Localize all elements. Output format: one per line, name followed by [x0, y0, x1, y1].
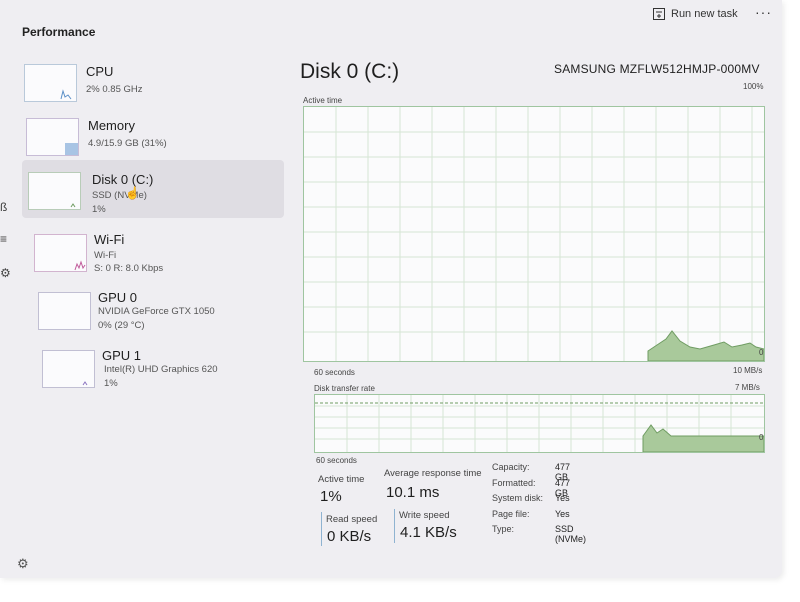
device-name: Wi-Fi	[94, 232, 125, 247]
device-usage: 1%	[92, 204, 106, 215]
graph2-max-label: 10 MB/s	[733, 366, 763, 375]
device-detail: Intel(R) UHD Graphics 620	[104, 364, 218, 375]
active-time-value: 1%	[320, 488, 342, 505]
run-new-task-button[interactable]: Run new task	[653, 8, 738, 20]
device-name: Disk 0 (C:)	[92, 172, 154, 187]
read-speed-label: Read speed	[326, 514, 378, 525]
hand-cursor-icon: ☝	[125, 186, 140, 200]
write-speed-section	[394, 509, 395, 543]
device-name: CPU	[86, 64, 114, 79]
disk-title: Disk 0 (C:)	[300, 60, 400, 83]
read-speed-value: 0 KB/s	[327, 528, 372, 545]
device-name: GPU 1	[102, 348, 142, 363]
disk-model: SAMSUNG MZFLW512HMJP-000MV	[554, 62, 760, 76]
property-value: Yes	[555, 508, 570, 519]
cpu-thumbnail	[24, 64, 77, 102]
settings-gear-icon[interactable]: ⚙	[17, 556, 29, 572]
write-speed-value: 4.1 KB/s	[400, 524, 457, 541]
task-manager-window: Performance Run new task ··· ß ≡ ⚙ ⚙ CPU…	[0, 0, 782, 578]
page-title: Performance	[22, 25, 96, 39]
device-item-gpu-0[interactable]: GPU 0 NVIDIA GeForce GTX 1050 0% (29 °C)	[32, 284, 294, 342]
gpu-1-thumbnail	[42, 350, 95, 388]
graph1-max-label: 100%	[743, 82, 764, 91]
graph2-min-label: 0	[759, 433, 764, 442]
graph2-mid-label: 7 MB/s	[735, 383, 760, 392]
gpu-0-thumbnail	[38, 292, 91, 330]
more-options-button[interactable]: ···	[755, 4, 772, 20]
avg-response-value: 10.1 ms	[386, 484, 440, 501]
property-key: System disk:	[492, 493, 544, 503]
write-speed-label: Write speed	[399, 510, 450, 521]
device-item-cpu[interactable]: CPU 2% 0.85 GHz	[20, 56, 282, 114]
device-throughput: S: 0 R: 8.0 Kbps	[94, 263, 164, 274]
run-new-task-label: Run new task	[671, 8, 738, 20]
property-value: SSD (NVMe)	[555, 524, 586, 544]
active-time-graph	[303, 106, 765, 362]
property-key: Type:	[492, 524, 515, 534]
device-detail: 2% 0.85 GHz	[86, 84, 143, 95]
property-key: Formatted:	[492, 477, 536, 488]
title-bar: Performance Run new task ···	[0, 0, 782, 46]
graph2-label: Disk transfer rate	[314, 384, 375, 393]
menu-icon[interactable]: ≡	[0, 232, 7, 246]
device-name: Memory	[88, 118, 135, 133]
device-item-disk-0[interactable]: Disk 0 (C:) SSD (NVMe) 1% ☝	[22, 160, 284, 218]
transfer-rate-graph	[314, 394, 765, 453]
graph1-min-label: 0	[759, 348, 764, 357]
graph1-time-label: 60 seconds	[314, 368, 355, 377]
read-speed-section	[321, 512, 322, 546]
left-navigation: ß ≡ ⚙	[0, 40, 14, 578]
nav-icon[interactable]: ß	[0, 200, 7, 214]
wifi-thumbnail	[34, 234, 87, 272]
device-detail: NVIDIA GeForce GTX 1050	[98, 306, 215, 317]
device-item-gpu-1[interactable]: GPU 1 Intel(R) UHD Graphics 620 1%	[36, 342, 298, 400]
device-usage: 1%	[104, 378, 118, 389]
device-item-wifi[interactable]: Wi-Fi Wi-Fi S: 0 R: 8.0 Kbps	[28, 224, 290, 282]
device-detail: Wi-Fi	[94, 250, 117, 261]
disk-thumbnail	[28, 172, 81, 210]
graph2-time-label: 60 seconds	[316, 456, 357, 465]
run-task-icon	[653, 8, 665, 20]
property-key: Capacity:	[492, 462, 530, 472]
avg-response-label: Average response time	[384, 468, 482, 479]
gear-nav-icon[interactable]: ⚙	[0, 266, 11, 280]
property-key: Page file:	[492, 508, 530, 519]
device-usage: 0% (29 °C)	[98, 320, 145, 331]
property-value: Yes	[555, 493, 570, 503]
active-time-label: Active time	[318, 474, 365, 485]
device-detail: 4.9/15.9 GB (31%)	[88, 138, 167, 149]
device-name: GPU 0	[98, 290, 138, 305]
memory-thumbnail	[26, 118, 79, 156]
graph1-label: Active time	[303, 96, 343, 105]
